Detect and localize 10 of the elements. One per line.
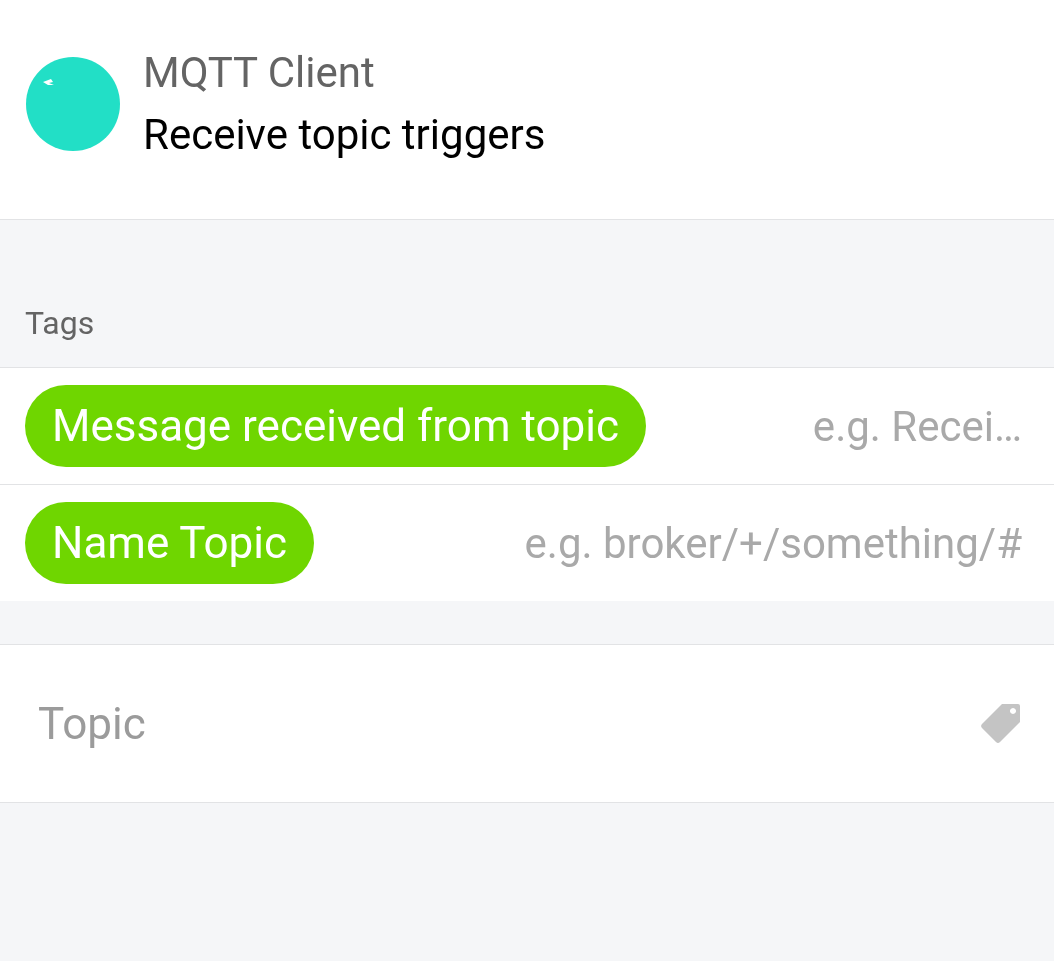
tag-value-field[interactable]: e.g. Recei…: [685, 394, 1022, 458]
tag-chip[interactable]: Name Topic: [25, 502, 314, 584]
tag-value-field[interactable]: e.g. broker/+/something/#: [353, 511, 1022, 575]
app-title: MQTT Client: [143, 48, 376, 97]
tag-icon: [978, 701, 1022, 746]
tag-chip[interactable]: Message received from topic: [25, 385, 646, 467]
app-subtitle: Receive topic triggers: [143, 110, 546, 159]
topic-input[interactable]: Topic: [38, 690, 978, 757]
section-label: Tags: [25, 303, 95, 344]
topic-field[interactable]: Topic: [0, 645, 1054, 802]
